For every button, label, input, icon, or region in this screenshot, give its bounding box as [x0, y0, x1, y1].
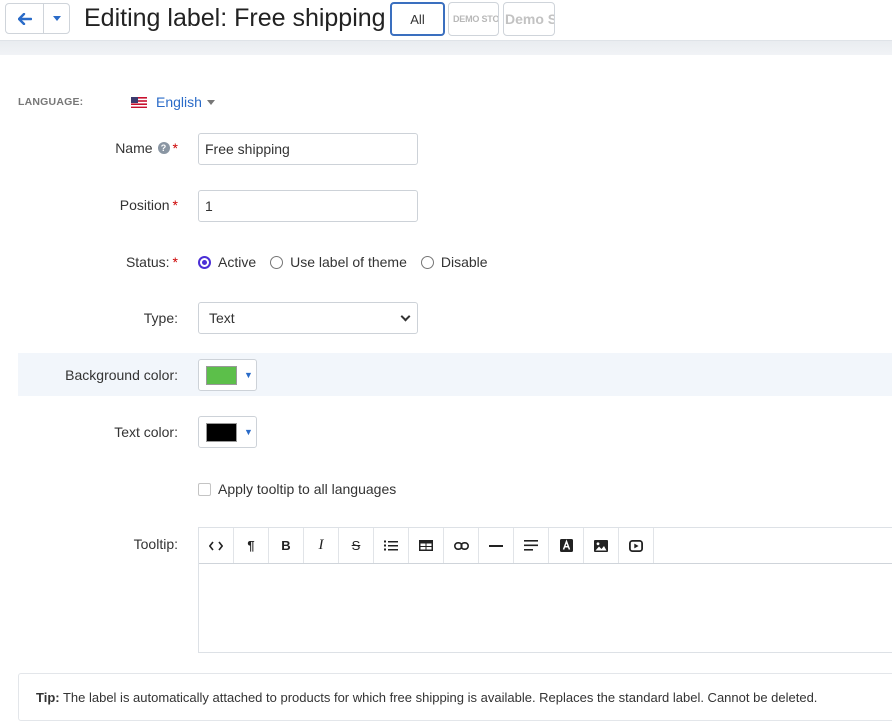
name-label-text: Name — [115, 140, 153, 156]
strikethrough-button[interactable]: S — [339, 528, 374, 563]
store-logo-text: DEMO STORE — [453, 14, 499, 24]
status-option-label: Active — [218, 254, 257, 270]
page-title: Editing label: Free shipping — [84, 4, 386, 32]
text-color-label: Text color: — [114, 424, 178, 440]
name-label: Name ? * — [115, 140, 178, 156]
tooltip-editor-content[interactable] — [199, 564, 892, 652]
paragraph-button[interactable]: ¶ — [234, 528, 269, 563]
type-select-value: Text — [209, 310, 235, 326]
text-color-swatch — [206, 422, 237, 442]
question-circle-icon[interactable]: ? — [157, 142, 170, 154]
header-divider — [0, 40, 892, 55]
type-label: Type: — [143, 310, 178, 326]
nav-dropdown-button[interactable] — [44, 4, 69, 33]
video-icon — [629, 539, 643, 552]
position-input[interactable] — [198, 190, 418, 222]
status-label: Status: * — [126, 254, 178, 270]
radio-button[interactable] — [420, 255, 434, 269]
status-option-label: Use label of theme — [290, 254, 407, 270]
unordered-list-icon — [384, 540, 398, 551]
required-marker: * — [172, 140, 178, 156]
status-label-text: Status: — [125, 254, 170, 270]
apply-tooltip-checkbox[interactable] — [198, 482, 211, 496]
store-switch-label: All — [410, 11, 425, 27]
paragraph-icon: ¶ — [247, 538, 255, 553]
code-view-button[interactable] — [199, 528, 234, 563]
dropdown-arrow-icon: ▼ — [244, 370, 253, 380]
background-color-swatch — [206, 365, 237, 385]
link-icon — [453, 541, 469, 550]
status-option-disable[interactable]: Disable — [420, 254, 488, 270]
status-radio-group: Active Use label of theme Disable — [198, 254, 502, 270]
apply-tooltip-checkbox-row[interactable]: Apply tooltip to all languages — [198, 481, 396, 497]
background-color-picker[interactable]: ▼ — [198, 359, 257, 391]
align-icon — [524, 540, 538, 551]
insert-image-button[interactable] — [584, 528, 619, 563]
caret-down-icon — [206, 99, 215, 105]
store-switch-demo-store[interactable]: DEMO STORE — [448, 2, 499, 36]
horizontal-rule-button[interactable] — [479, 528, 514, 563]
align-button[interactable] — [514, 528, 549, 563]
table-icon — [419, 540, 433, 551]
background-color-label: Background color: — [65, 367, 178, 383]
status-option-use-theme[interactable]: Use label of theme — [270, 254, 407, 270]
tooltip-editor: ¶ B I S — [198, 527, 892, 653]
navigation-button-group — [5, 3, 70, 34]
required-marker: * — [172, 197, 178, 213]
strikethrough-icon: S — [351, 538, 361, 553]
unordered-list-button[interactable] — [374, 528, 409, 563]
font-color-button[interactable] — [549, 528, 584, 563]
store-switch-all[interactable]: All — [390, 2, 445, 36]
radio-button[interactable] — [270, 255, 284, 269]
tip-box: Tip: The label is automatically attached… — [18, 673, 892, 721]
chevron-down-icon — [400, 311, 411, 321]
language-selector[interactable]: English — [131, 94, 215, 110]
table-button[interactable] — [409, 528, 444, 563]
horizontal-rule-icon — [489, 544, 503, 547]
dropdown-arrow-icon: ▼ — [244, 427, 253, 437]
tooltip-label: Tooltip: — [133, 536, 178, 552]
store-logo-text: Demo Sto — [505, 11, 554, 27]
name-input[interactable] — [198, 133, 418, 165]
editor-toolbar: ¶ B I S — [199, 528, 892, 564]
arrow-left-icon — [17, 12, 32, 25]
radio-button-checked[interactable] — [198, 255, 211, 269]
tip-label: Tip: — [36, 690, 60, 705]
text-color-picker[interactable]: ▼ — [198, 416, 257, 448]
apply-tooltip-label: Apply tooltip to all languages — [218, 481, 397, 497]
chevron-down-icon — [52, 16, 61, 21]
required-marker: * — [172, 254, 178, 270]
store-switch-demo-sto[interactable]: Demo Sto — [503, 2, 555, 36]
insert-video-button[interactable] — [619, 528, 654, 563]
type-select[interactable]: Text — [198, 302, 418, 334]
image-icon — [594, 539, 608, 552]
language-value: English — [156, 94, 202, 110]
bold-button[interactable]: B — [269, 528, 304, 563]
link-button[interactable] — [444, 528, 479, 563]
bold-icon: B — [281, 538, 291, 553]
position-label: Position * — [120, 197, 178, 213]
status-option-active[interactable]: Active — [198, 254, 256, 270]
italic-button[interactable]: I — [304, 528, 339, 563]
tip-text: The label is automatically attached to p… — [59, 690, 818, 705]
font-color-icon — [559, 539, 573, 552]
position-label-text: Position — [119, 197, 170, 213]
status-option-label: Disable — [440, 254, 488, 270]
page-header: Editing label: Free shipping All DEMO ST… — [0, 0, 892, 40]
language-label: LANGUAGE: — [18, 96, 84, 108]
us-flag-icon — [131, 96, 147, 108]
back-button[interactable] — [6, 4, 44, 33]
italic-icon: I — [318, 537, 324, 553]
code-view-icon — [209, 541, 223, 550]
